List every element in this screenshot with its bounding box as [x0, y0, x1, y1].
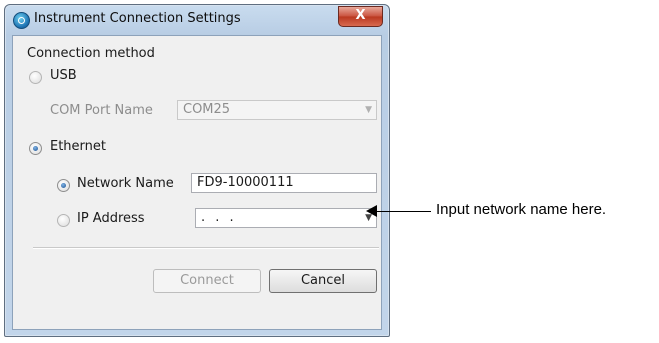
network-name-radio[interactable]	[57, 179, 70, 192]
ip-address-value: . . .	[201, 210, 237, 225]
ip-address-input[interactable]: . . . ▼	[195, 208, 377, 228]
ethernet-radio[interactable]	[29, 142, 42, 155]
ethernet-label[interactable]: Ethernet	[50, 139, 106, 154]
usb-label[interactable]: USB	[50, 68, 77, 83]
usb-radio[interactable]	[29, 71, 42, 84]
connect-button[interactable]: Connect	[153, 269, 261, 293]
connection-method-label: Connection method	[27, 46, 155, 61]
dialog-body: Connection method USB COM Port Name COM2…	[12, 35, 382, 330]
close-button[interactable]: X	[338, 6, 383, 27]
callout-line	[376, 211, 431, 212]
window-title: Instrument Connection Settings	[34, 11, 241, 26]
com-port-value: COM25	[183, 102, 231, 117]
com-port-name-label: COM Port Name	[50, 103, 153, 118]
dialog-window: Instrument Connection Settings X Connect…	[4, 4, 390, 337]
app-icon	[13, 12, 30, 29]
chevron-down-icon: ▼	[365, 105, 372, 115]
network-name-label[interactable]: Network Name	[77, 176, 174, 191]
network-name-input[interactable]: FD9-10000111	[191, 173, 377, 193]
com-port-dropdown[interactable]: COM25 ▼	[177, 100, 377, 120]
ip-address-radio[interactable]	[57, 214, 70, 227]
cancel-button[interactable]: Cancel	[269, 269, 377, 293]
title-bar[interactable]: Instrument Connection Settings X	[5, 5, 389, 35]
callout-text: Input network name here.	[436, 201, 607, 218]
divider	[33, 247, 379, 249]
ip-address-label[interactable]: IP Address	[77, 211, 145, 226]
network-name-value: FD9-10000111	[197, 175, 294, 190]
